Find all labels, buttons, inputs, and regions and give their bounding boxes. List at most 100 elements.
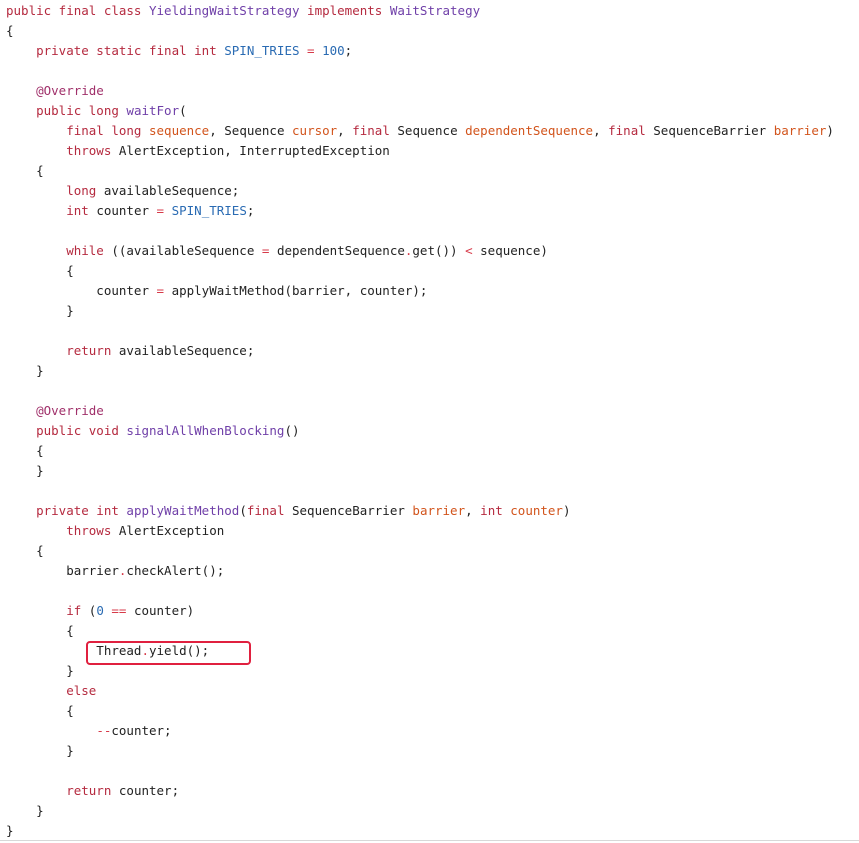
code-token: sequence [149, 123, 210, 138]
code-line: } [6, 741, 834, 761]
code-token: ((availableSequence [111, 243, 262, 258]
code-token: public long [6, 103, 127, 118]
code-token: counter) [133, 603, 195, 618]
code-line: public void signalAllWhenBlocking() [6, 421, 834, 441]
code-token: SequenceBarrier [292, 503, 413, 518]
code-token: YieldingWaitStrategy [149, 3, 300, 18]
code-line: @Override [6, 401, 834, 421]
code-line: } [6, 301, 834, 321]
code-line: { [6, 541, 834, 561]
code-line: public long waitFor( [6, 101, 834, 121]
code-token: public final class [6, 3, 149, 18]
code-token: dependentSequence [465, 123, 594, 138]
code-token: } [6, 663, 74, 678]
code-line: throws AlertException [6, 521, 834, 541]
code-line: private static final int SPIN_TRIES = 10… [6, 41, 834, 61]
code-token: availableSequence; [118, 343, 255, 358]
code-token: SequenceBarrier [653, 123, 774, 138]
code-token: implements [299, 3, 390, 18]
code-line: { [6, 441, 834, 461]
code-token: if [6, 603, 89, 618]
code-token: throws [6, 143, 119, 158]
code-line: } [6, 461, 834, 481]
code-token: , [593, 123, 609, 138]
code-token: barrier [6, 563, 119, 578]
code-line: while ((availableSequence = dependentSeq… [6, 241, 834, 261]
code-line: barrier.checkAlert(); [6, 561, 834, 581]
code-line: private int applyWaitMethod(final Sequen… [6, 501, 834, 521]
code-token: 0 [96, 603, 104, 618]
code-token: throws [6, 523, 119, 538]
code-token: Sequence [397, 123, 466, 138]
code-line: @Override [6, 81, 834, 101]
code-line: long availableSequence; [6, 181, 834, 201]
code-token: } [6, 803, 44, 818]
code-token: < [465, 243, 481, 258]
code-token: availableSequence; [103, 183, 240, 198]
code-token: final [608, 123, 654, 138]
code-token: @Override [6, 403, 104, 418]
code-token: { [6, 443, 44, 458]
code-token: ( [179, 103, 187, 118]
code-line: --counter; [6, 721, 834, 741]
code-token: ) [562, 503, 571, 518]
code-line: } [6, 821, 834, 841]
code-token: cursor [292, 123, 338, 138]
code-line: { [6, 261, 834, 281]
code-token: == [103, 603, 134, 618]
code-token: else [6, 683, 97, 698]
code-token: applyWaitMethod [126, 503, 240, 518]
code-token: return [6, 343, 119, 358]
code-token: ; [344, 43, 353, 58]
code-line: } [6, 361, 834, 381]
code-line: { [6, 701, 834, 721]
code-line: counter = applyWaitMethod(barrier, count… [6, 281, 834, 301]
code-line: public final class YieldingWaitStrategy … [6, 1, 834, 21]
code-token: counter; [111, 723, 172, 738]
code-token: , [465, 503, 481, 518]
code-token: checkAlert(); [126, 563, 225, 578]
code-token: WaitStrategy [389, 3, 481, 18]
code-token: private static final int [6, 43, 225, 58]
code-token: } [6, 743, 74, 758]
code-token: counter [96, 203, 157, 218]
code-token: = [156, 283, 172, 298]
code-token: counter [510, 503, 563, 518]
code-token: signalAllWhenBlocking [126, 423, 285, 438]
code-token: 100 [322, 43, 345, 58]
bottom-divider [0, 840, 859, 841]
code-line: return availableSequence; [6, 341, 834, 361]
code-line: return counter; [6, 781, 834, 801]
code-token: public void [6, 423, 127, 438]
highlight-box-thread-yield [86, 641, 251, 665]
code-token: { [6, 23, 14, 38]
code-line: final long sequence, Sequence cursor, fi… [6, 121, 834, 141]
code-token: AlertException [118, 523, 225, 538]
code-token: AlertException, InterruptedException [118, 143, 390, 158]
code-token: get()) [412, 243, 466, 258]
code-token: SPIN_TRIES [224, 43, 300, 58]
code-token: long [6, 183, 104, 198]
code-token: return [6, 783, 119, 798]
code-line: if (0 == counter) [6, 601, 834, 621]
code-token: ( [239, 503, 247, 518]
code-line: { [6, 21, 834, 41]
code-token: = [261, 243, 277, 258]
code-token: final [352, 123, 398, 138]
code-line: { [6, 621, 834, 641]
code-line: } [6, 801, 834, 821]
code-token: , Sequence [209, 123, 293, 138]
code-view: public final class YieldingWaitStrategy … [6, 1, 834, 841]
code-token: private int [6, 503, 127, 518]
code-token: () [284, 423, 300, 438]
code-token: { [6, 543, 44, 558]
code-token: { [6, 263, 74, 278]
code-token: ; [246, 203, 255, 218]
code-token: SPIN_TRIES [171, 203, 247, 218]
